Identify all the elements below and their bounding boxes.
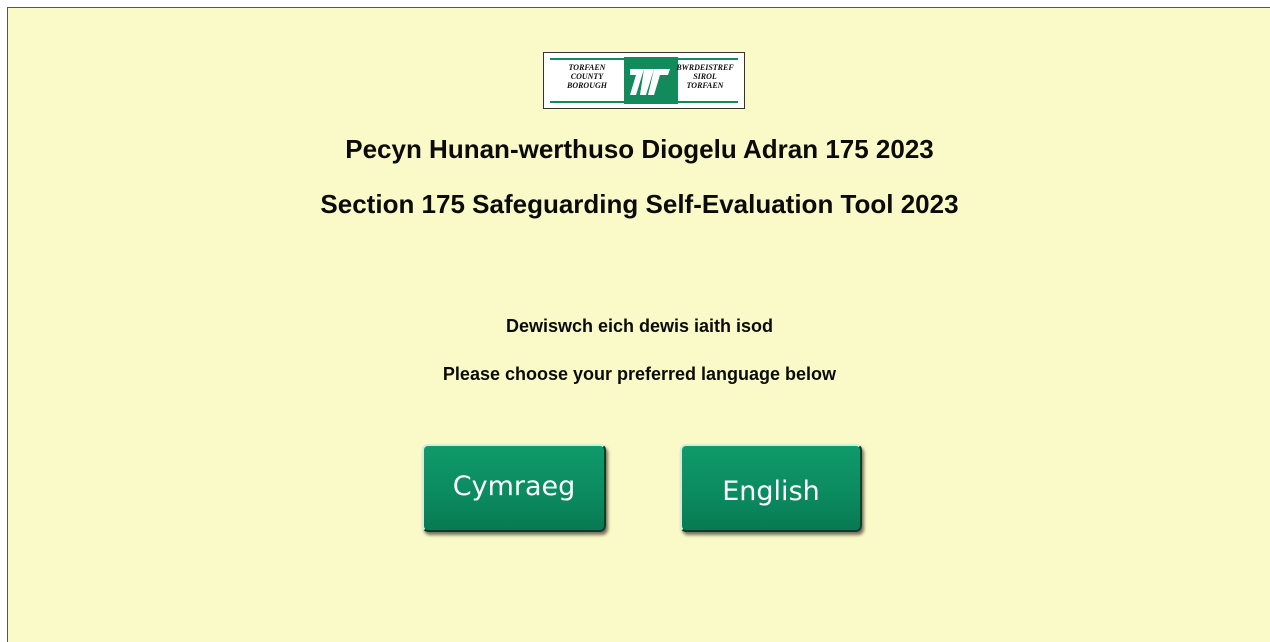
logo-left-line: BOROUGH [566,81,607,90]
language-prompt-welsh: Dewiswch eich dewis iaith isod [505,316,774,336]
page-title-english: Section 175 Safeguarding Self-Evaluation… [320,189,959,219]
language-prompt-english: Please choose your preferred language be… [442,364,837,384]
cymraeg-button-label: Cymraeg [452,470,576,502]
logo-text-english: TORFAEN COUNTY BOROUGH [556,63,618,90]
council-logo: TORFAEN COUNTY BOROUGH BWRDEISTREF SIROL… [543,52,745,109]
logo-right-line: TORFAEN [686,81,724,90]
logo-left-line: TORFAEN [568,63,606,72]
cymraeg-button[interactable]: Cymraeg [422,444,606,532]
logo-emblem-icon [624,57,678,104]
page-title-welsh: Pecyn Hunan-werthuso Diogelu Adran 175 2… [345,134,934,164]
logo-right-line: SIROL [693,72,717,81]
logo-right-line: BWRDEISTREF [676,63,734,72]
logo-text-welsh: BWRDEISTREF SIROL TORFAEN [674,63,736,90]
logo-left-line: COUNTY [570,72,604,81]
english-button-label: English [722,475,820,507]
english-button[interactable]: English [680,444,862,532]
page-frame: TORFAEN COUNTY BOROUGH BWRDEISTREF SIROL… [7,7,1270,642]
logo-stripe-bottom [550,101,738,103]
